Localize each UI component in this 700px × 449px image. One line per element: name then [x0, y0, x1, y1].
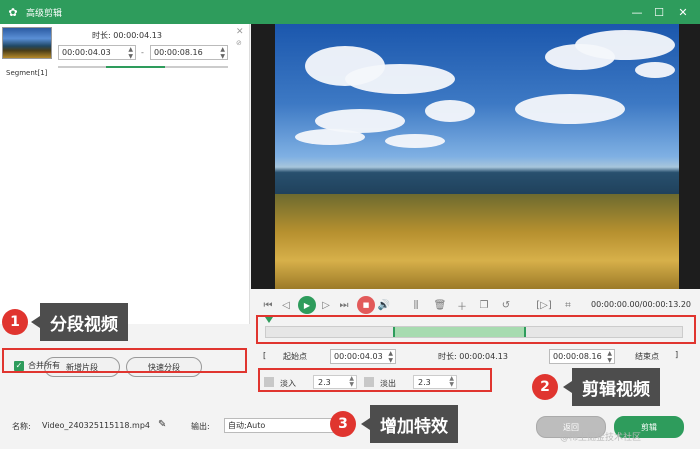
close-icon[interactable]: ✕: [672, 0, 694, 24]
segment-label: Segment[1]: [6, 69, 48, 77]
output-select[interactable]: 自动;Auto: [224, 418, 334, 433]
add-icon[interactable]: ＋: [453, 296, 471, 314]
split-icon[interactable]: ⫼: [407, 296, 425, 314]
segment-end-input[interactable]: 00:00:08.16 ▲ ▼: [150, 45, 228, 60]
app-logo-icon: ✿: [8, 5, 18, 19]
mark-start-icon[interactable]: [: [263, 351, 266, 360]
video-preview[interactable]: [251, 24, 700, 289]
segment-thumbnail: [2, 27, 52, 59]
annotation-badge-1: 1: [2, 309, 28, 335]
segment-progress-fill: [105, 66, 166, 68]
copy-icon[interactable]: ❐: [475, 296, 493, 314]
playback-timecode: 00:00:00.00/00:00:13.20: [591, 300, 691, 309]
stop-button[interactable]: ■: [357, 296, 375, 314]
trim-duration: 时长: 00:00:04.13: [438, 352, 508, 361]
minimize-icon[interactable]: —: [626, 0, 648, 24]
segment-item[interactable]: 时长: 00:00:04.13 00:00:04.03 ▲ ▼ - 00:00:08…: [0, 24, 250, 82]
edit-name-icon[interactable]: ✎: [158, 419, 166, 430]
name-label: 名称:: [12, 422, 31, 431]
stepper-icon[interactable]: ▲ ▼: [220, 46, 225, 60]
stepper-icon[interactable]: ▲ ▼: [607, 350, 612, 364]
window-title: 高级剪辑: [26, 8, 63, 19]
step-back-icon[interactable]: ◁: [277, 296, 295, 314]
crop-icon[interactable]: ⌗: [559, 296, 577, 314]
segment-progress: [58, 66, 228, 68]
skip-start-icon[interactable]: ⏮: [259, 296, 277, 314]
segment-panel: 时长: 00:00:04.13 00:00:04.03 ▲ ▼ - 00:00:08…: [0, 24, 250, 324]
delete-icon[interactable]: 🗑: [431, 296, 449, 314]
annotation-box-2: [256, 315, 696, 344]
annotation-box-3: [258, 368, 492, 392]
end-point-label: 结束点: [635, 352, 659, 361]
output-label: 输出:: [191, 422, 210, 431]
volume-icon[interactable]: 🔊: [375, 296, 393, 314]
annotation-callout-1: 分段视频: [31, 303, 128, 341]
segment-option-icon[interactable]: ⊘: [236, 39, 242, 47]
annotation-box-1-frame: [2, 348, 247, 373]
file-name: Video_240325115118.mp4: [42, 421, 150, 430]
play-button[interactable]: ▶: [298, 296, 316, 314]
annotation-callout-3: 增加特效: [361, 405, 458, 443]
time-separator: -: [141, 48, 144, 57]
annotation-badge-2: 2: [532, 374, 558, 400]
step-forward-icon[interactable]: ▷: [317, 296, 335, 314]
segment-duration: 时长: 00:00:04.13: [92, 31, 162, 40]
segment-start-input[interactable]: 00:00:04.03 ▲ ▼: [58, 45, 136, 60]
annotation-callout-2: 剪辑视频: [563, 368, 660, 406]
mark-in-out-icon[interactable]: [▷]: [535, 296, 553, 314]
delete-segment-icon[interactable]: ✕: [236, 27, 244, 37]
video-frame: [275, 24, 679, 289]
watermark: @稀土掘金技术社区: [560, 433, 642, 443]
stepper-icon[interactable]: ▲ ▼: [128, 46, 133, 60]
undo-icon[interactable]: ↺: [497, 296, 515, 314]
skip-end-icon[interactable]: ⏭: [335, 296, 353, 314]
title-bar: ✿ 高级剪辑 — ☐ ✕: [0, 0, 700, 24]
trim-end-input[interactable]: 00:00:08.16 ▲ ▼: [549, 349, 615, 364]
annotation-badge-3: 3: [330, 411, 356, 437]
mark-end-icon[interactable]: ]: [675, 350, 678, 359]
start-point-label: 起始点: [283, 352, 307, 361]
trim-start-input[interactable]: 00:00:04.03 ▲ ▼: [330, 349, 396, 364]
stepper-icon[interactable]: ▲ ▼: [388, 350, 393, 364]
maximize-icon[interactable]: ☐: [648, 0, 670, 24]
